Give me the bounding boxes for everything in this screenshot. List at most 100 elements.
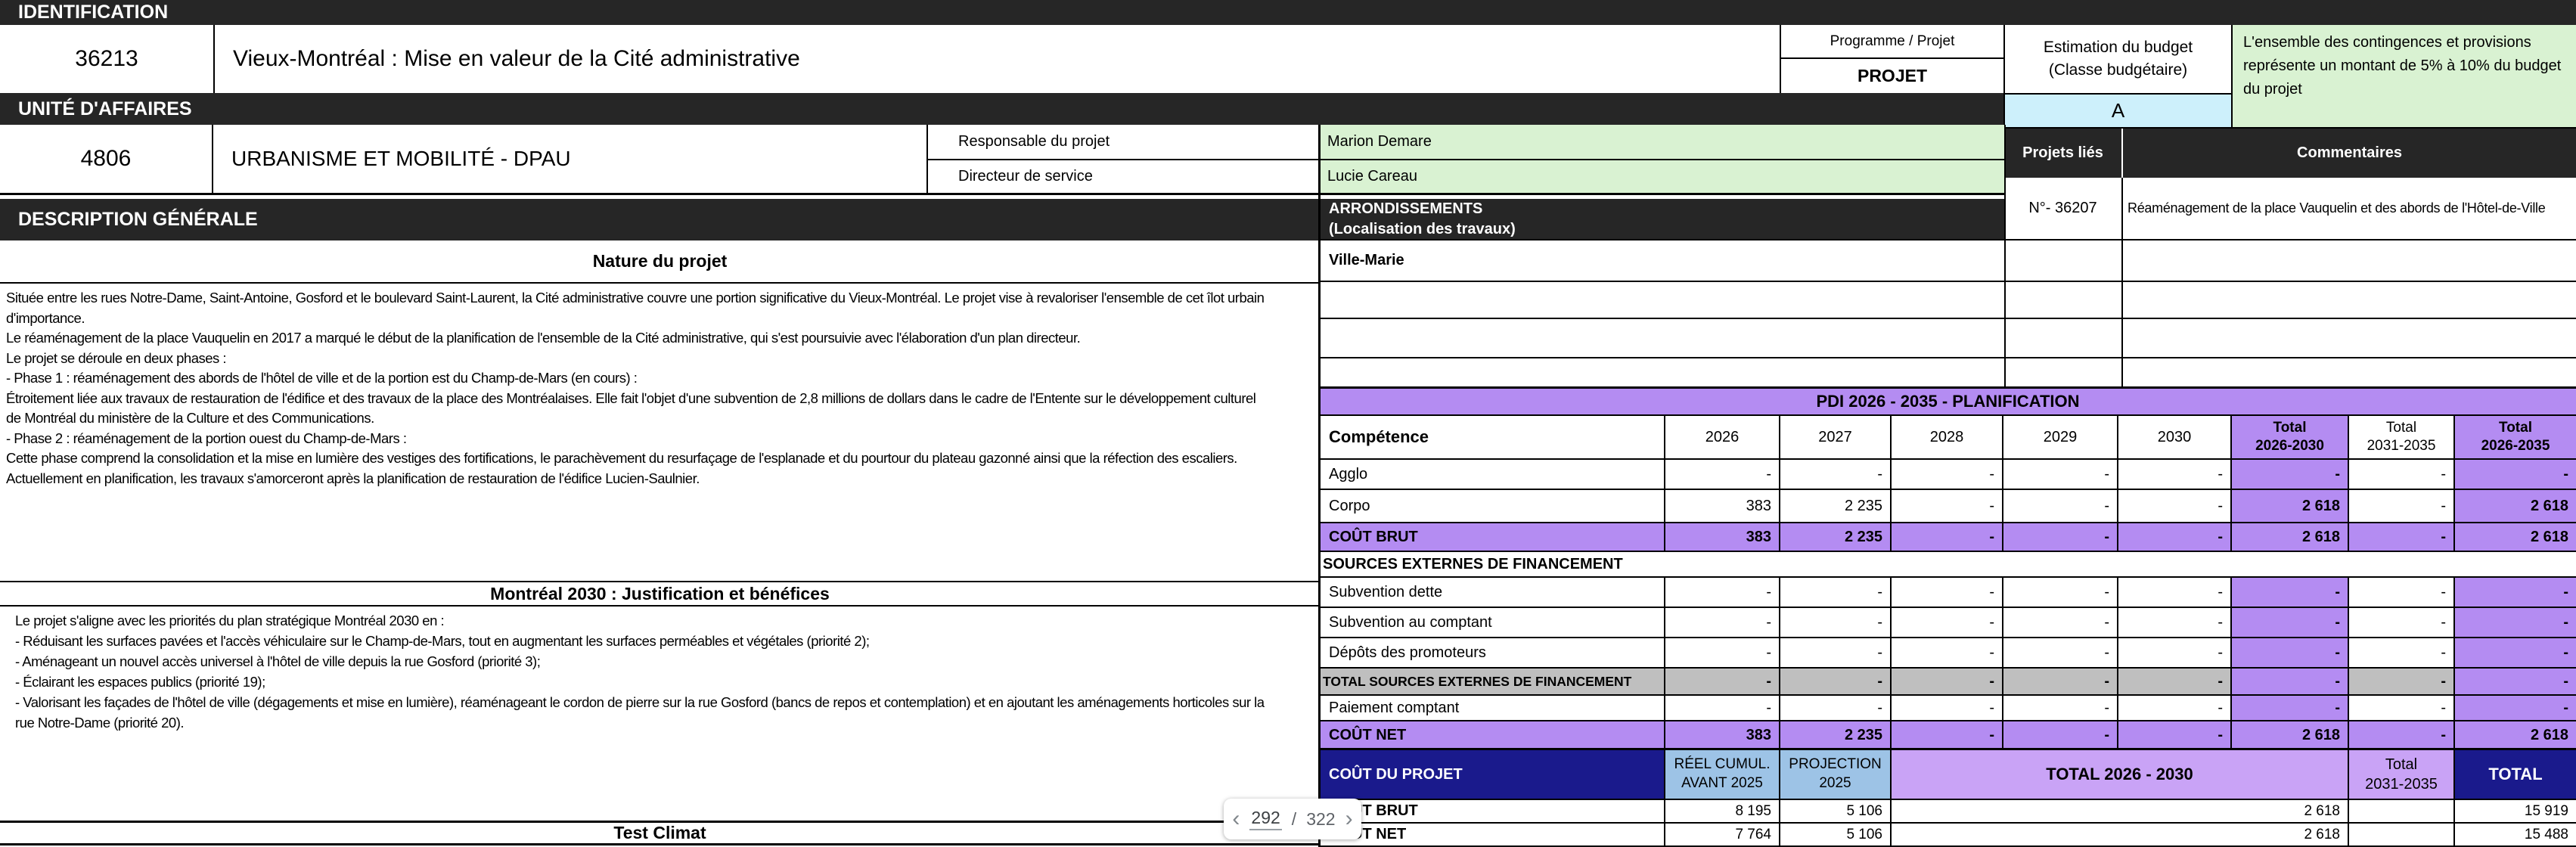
pdi-cell: -	[2230, 578, 2348, 608]
column-divider	[2121, 240, 2123, 389]
pdi-row-label: TOTAL SOURCES EXTERNES DE FINANCEMENT	[1320, 669, 1664, 696]
main-vertical-divider	[1318, 125, 1321, 847]
unite-affaires-section-label: UNITÉ D'AFFAIRES	[18, 98, 192, 119]
pdi-cell: -	[1779, 608, 1890, 638]
nature-line: Située entre les rues Notre-Dame, Saint-…	[6, 290, 1265, 306]
montreal-2030-line: Le projet s'aligne avec les priorités du…	[15, 613, 445, 628]
pdi-cell: -	[2453, 638, 2576, 669]
pdi-col-2028: 2028	[1890, 416, 2002, 460]
pdi-cell: -	[1779, 578, 1890, 608]
pdi-cell: 383	[1664, 721, 1779, 750]
cout-cell: 8 195	[1664, 800, 1779, 824]
nature-line: Le projet se déroule en deux phases :	[6, 349, 227, 366]
pdi-cell: -	[2230, 460, 2348, 490]
sources-externes-header: SOURCES EXTERNES DE FINANCEMENT	[1320, 552, 2576, 578]
pdi-cell: -	[1890, 460, 2002, 490]
pdi-cell: -	[2348, 608, 2453, 638]
pdi-cell: -	[2453, 669, 2576, 696]
pdi-col-total-2026-2035: Total 2026-2035	[2453, 416, 2576, 460]
pdi-cell: -	[2002, 608, 2117, 638]
pdi-cell: -	[2230, 696, 2348, 721]
cout-header-total-2026-2030: TOTAL 2026 - 2030	[1890, 750, 2348, 800]
pdi-cell: -	[2117, 460, 2230, 490]
pdi-cell: -	[1890, 608, 2002, 638]
pdi-row-label: COÛT BRUT	[1320, 523, 1664, 552]
cout-cell: 15 488	[2453, 824, 2576, 847]
nature-line: de Montréal du ministère de la Culture e…	[6, 410, 374, 426]
previous-page-button[interactable]: ‹	[1232, 808, 1240, 830]
cout-cell: 5 106	[1779, 824, 1890, 847]
montreal-2030-line: - Aménageant un nouvel accès universel à…	[15, 653, 541, 669]
pdi-cell: -	[1890, 578, 2002, 608]
programme-projet-label: Programme / Projet	[1780, 25, 2003, 59]
pdi-cell: -	[2230, 669, 2348, 696]
montreal-2030-line: - Éclairant les espaces publics (priorit…	[15, 674, 265, 690]
pdi-cell: -	[2117, 638, 2230, 669]
pager-separator: /	[1291, 808, 1297, 829]
pdi-cell: -	[1890, 721, 2002, 750]
identification-section-bar: IDENTIFICATION	[0, 0, 2576, 25]
responsable-value: Marion Demare	[1320, 125, 2004, 160]
pdi-cell: -	[1890, 638, 2002, 669]
pager-total-pages: 322	[1306, 808, 1336, 829]
pdi-cell: -	[2230, 608, 2348, 638]
pdi-cell: -	[2453, 578, 2576, 608]
column-divider	[2004, 125, 2006, 389]
pdi-cell: -	[1664, 460, 1779, 490]
cout-cell: 15 919	[2453, 800, 2576, 824]
unit-number-cell: 4806	[0, 125, 213, 195]
cout-header-total: TOTAL	[2453, 750, 2576, 800]
nature-line: Étroitement liée aux travaux de restaura…	[6, 389, 1256, 406]
page-navigation[interactable]: ‹ 292 / 322 ›	[1224, 799, 1361, 839]
identification-section-label: IDENTIFICATION	[18, 2, 169, 23]
pager-page-input[interactable]: 292	[1249, 808, 1282, 830]
responsable-label: Responsable du projet	[926, 125, 1320, 160]
pdi-cell: -	[2002, 578, 2117, 608]
pdi-cell: -	[1664, 696, 1779, 721]
unit-name-cell: URBANISME ET MOBILITÉ - DPAU	[213, 125, 926, 195]
pdi-cell: -	[2453, 460, 2576, 490]
pdi-cell: -	[2348, 696, 2453, 721]
pdf-page: IDENTIFICATION 36213 Vieux-Montréal : Mi…	[0, 0, 2576, 847]
pdi-cell: -	[2002, 696, 2117, 721]
commentaires-header: Commentaires	[2121, 129, 2576, 178]
pdi-cell: -	[1779, 669, 1890, 696]
budget-class-label: Estimation du budget (Classe budgétaire)	[2003, 25, 2231, 93]
row-divider	[1320, 357, 2576, 358]
pdi-cell: -	[2117, 608, 2230, 638]
cout-cell: 7 764	[1664, 824, 1779, 847]
pdi-cell: -	[2453, 696, 2576, 721]
nature-text-block: Située entre les rues Notre-Dame, Saint-…	[6, 288, 1317, 494]
cout-row-label: COÛT NET	[1320, 824, 1664, 847]
pdi-cell: -	[1779, 696, 1890, 721]
pdi-cell: -	[2002, 669, 2117, 696]
programme-projet-value: PROJET	[1780, 59, 2003, 93]
pdi-col-2029: 2029	[2002, 416, 2117, 460]
pdi-cell: 2 235	[1779, 721, 1890, 750]
pdi-cell: -	[2117, 490, 2230, 523]
test-climat-title: Test Climat	[0, 821, 1320, 845]
project-title-cell: Vieux-Montréal : Mise en valeur de la Ci…	[213, 25, 1780, 93]
row-divider	[1320, 281, 2576, 282]
pdi-cell: -	[2117, 721, 2230, 750]
projets-lies-header: Projets liés	[2004, 129, 2121, 178]
pdi-cell: -	[2348, 669, 2453, 696]
arrondissement-value: Ville-Marie	[1329, 252, 1404, 268]
cout-cell: 2 618	[1890, 824, 2348, 847]
montreal-2030-text-block: Le projet s'aligne avec les priorités du…	[15, 610, 1317, 739]
pdi-cell: 383	[1664, 523, 1779, 552]
pdi-row-label: Corpo	[1320, 490, 1664, 523]
pdi-cell: -	[1890, 523, 2002, 552]
pdi-col-total-2026-2030: Total 2026-2030	[2230, 416, 2348, 460]
next-page-button[interactable]: ›	[1345, 808, 1353, 830]
pdi-cell: -	[2348, 578, 2453, 608]
project-number-cell: 36213	[75, 46, 138, 71]
contingency-note: L'ensemble des contingences et provision…	[2231, 25, 2576, 129]
pdi-col-competence: Compétence	[1320, 416, 1664, 460]
pdi-cell: -	[1890, 490, 2002, 523]
cout-row-label: COÛT BRUT	[1320, 800, 1664, 824]
pdi-cell: 2 618	[2453, 490, 2576, 523]
pdi-cell: 2 235	[1779, 523, 1890, 552]
pdi-cell: -	[2348, 460, 2453, 490]
pdi-cell: -	[1664, 638, 1779, 669]
